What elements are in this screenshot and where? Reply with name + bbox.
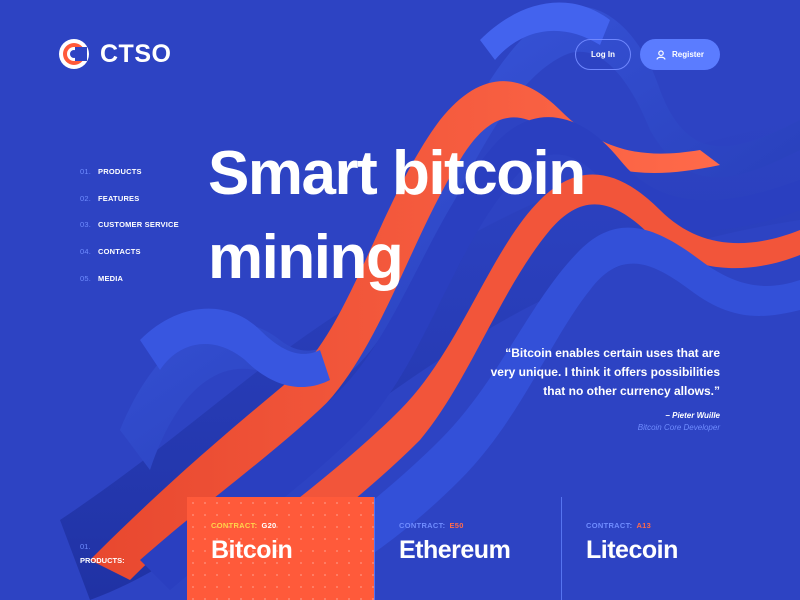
nav-item-contacts[interactable]: 04. CONTACTS (80, 238, 179, 265)
testimonial-quote: “Bitcoin enables certain uses that are v… (460, 344, 720, 432)
nav-item-label: MEDIA (98, 274, 124, 284)
headline-line-1: Smart bitcoin (208, 139, 586, 208)
nav-item-media[interactable]: 05. MEDIA (80, 265, 179, 292)
nav-item-number: 05. (80, 274, 92, 284)
quote-line: very unique. I think it offers possibili… (490, 365, 720, 379)
landing-page: CTSO Log In Register 01. PRODUCTS 02. FE… (0, 0, 800, 600)
products-number: 01. (80, 542, 91, 551)
nav-item-features[interactable]: 02. FEATURES (80, 185, 179, 212)
nav-item-label: PRODUCTS (98, 166, 142, 176)
contract-info: CONTRACT: G20 (211, 521, 350, 530)
product-card-ethereum[interactable]: CONTRACT: E50 Ethereum (374, 497, 561, 600)
nav-item-customer-service[interactable]: 03. CUSTOMER SERVICE (80, 212, 179, 239)
quote-line: “Bitcoin enables certain uses that are (505, 346, 720, 360)
nav-item-number: 04. (80, 247, 92, 257)
product-name: Bitcoin (211, 536, 293, 564)
contract-label: CONTRACT: (211, 521, 258, 530)
ctso-logo-icon (59, 39, 89, 69)
register-button[interactable]: Register (640, 39, 720, 70)
brand-logo[interactable]: CTSO (58, 38, 171, 70)
quote-author-role: Bitcoin Core Developer (637, 423, 720, 432)
product-name: Litecoin (586, 536, 678, 564)
brand-name: CTSO (100, 39, 172, 68)
nav-item-label: CONTACTS (98, 247, 141, 257)
quote-text: “Bitcoin enables certain uses that are v… (460, 344, 720, 401)
nav-item-label: FEATURES (98, 193, 140, 203)
product-card-litecoin[interactable]: CONTRACT: A13 Litecoin (561, 497, 748, 600)
nav-item-label: CUSTOMER SERVICE (98, 220, 179, 230)
contract-label: CONTRACT: (586, 521, 633, 530)
nav-item-number: 02. (80, 193, 92, 203)
quote-author: – Pieter Wuille (665, 411, 720, 420)
user-icon (656, 49, 666, 60)
login-button[interactable]: Log In (575, 39, 631, 70)
contract-info: CONTRACT: A13 (586, 521, 724, 530)
nav-item-products[interactable]: 01. PRODUCTS (80, 158, 179, 185)
products-title: PRODUCTS: (80, 556, 125, 565)
contract-value: G20 (261, 521, 277, 530)
contract-info: CONTRACT: E50 (399, 521, 537, 530)
login-label: Log In (591, 50, 615, 59)
quote-line: that no other currency allows.” (543, 384, 720, 398)
nav-item-number: 03. (80, 220, 92, 230)
contract-label: CONTRACT: (399, 521, 446, 530)
product-card-bitcoin[interactable]: CONTRACT: G20 Bitcoin (187, 497, 374, 600)
products-section-label: 01. PRODUCTS: (80, 540, 125, 568)
contract-value: E50 (449, 521, 464, 530)
contract-value: A13 (636, 521, 652, 530)
product-name: Ethereum (399, 536, 511, 564)
side-nav: 01. PRODUCTS 02. FEATURES 03. CUSTOMER S… (80, 158, 179, 292)
hero-headline: Smart bitcoin mining (208, 132, 638, 300)
register-label: Register (671, 50, 704, 59)
headline-line-2: mining (208, 223, 404, 292)
nav-item-number: 01. (80, 166, 92, 176)
